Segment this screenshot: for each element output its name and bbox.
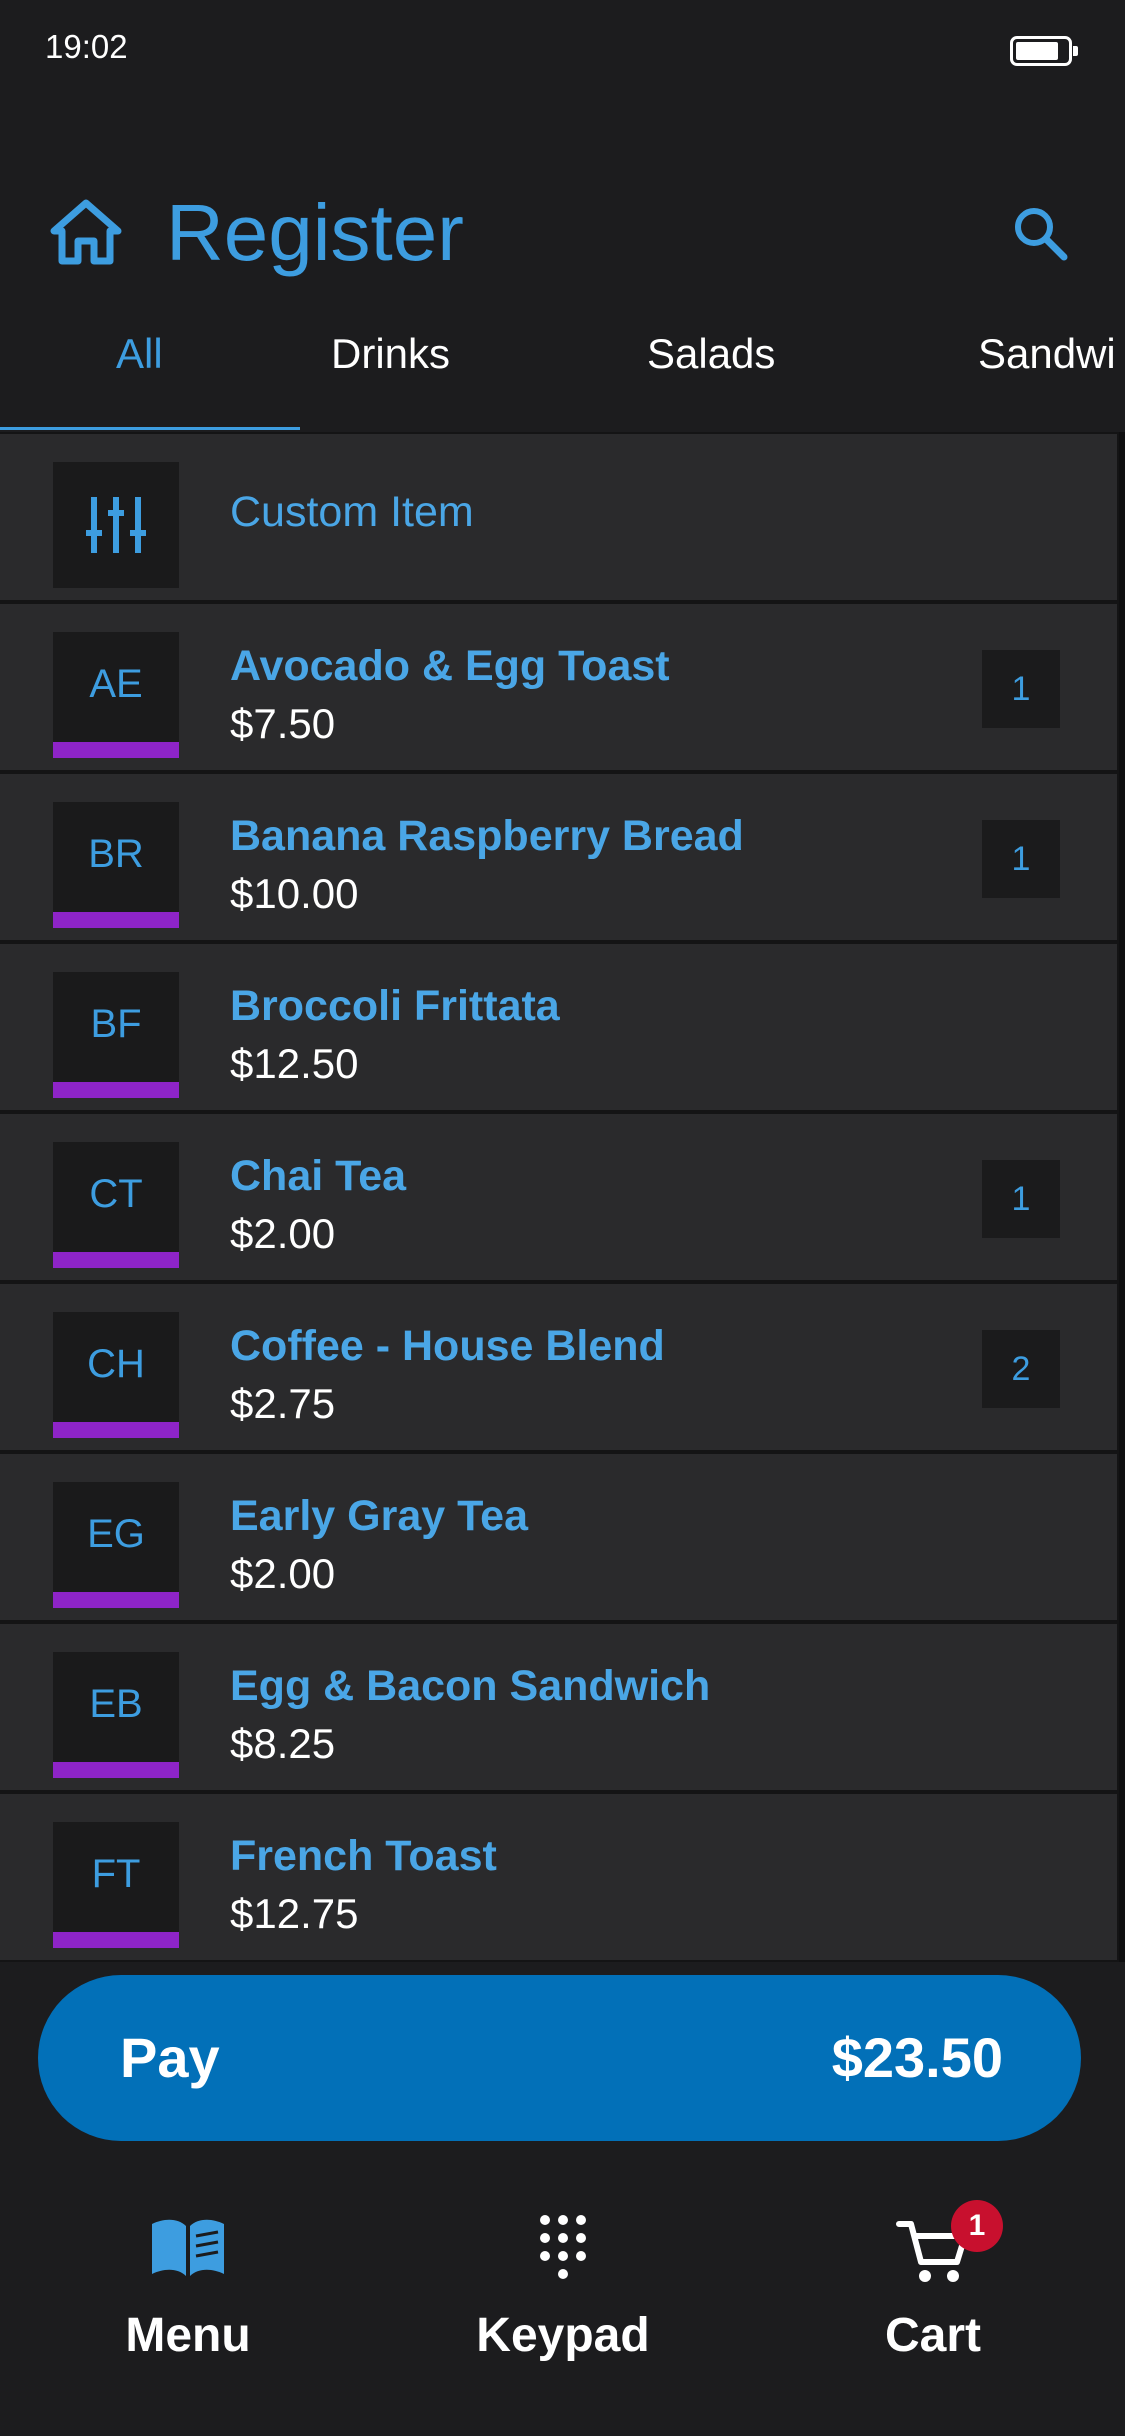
custom-item-tile — [53, 462, 179, 588]
pay-label: Pay — [120, 2026, 220, 2089]
category-color-bar — [53, 912, 179, 928]
home-icon[interactable] — [48, 197, 124, 267]
page-title: Register — [166, 188, 464, 277]
item-tile: CT — [53, 1142, 179, 1268]
item-row[interactable]: EG Early Gray Tea $2.00 — [0, 1454, 1117, 1620]
item-row[interactable]: FT French Toast $12.75 — [0, 1794, 1117, 1960]
status-time: 19:02 — [45, 28, 128, 65]
search-icon[interactable] — [1010, 203, 1070, 263]
item-name: Egg & Bacon Sandwich — [230, 1662, 711, 1710]
item-row[interactable]: CH Coffee - House Blend $2.75 2 — [0, 1284, 1117, 1450]
item-name: Chai Tea — [230, 1152, 407, 1200]
item-price: $12.50 — [230, 1040, 359, 1087]
nav-keypad[interactable]: Keypad — [433, 2200, 693, 2400]
item-initials: FT — [91, 1852, 141, 1896]
tab-salads[interactable]: Salads — [647, 330, 775, 378]
item-tile: FT — [53, 1822, 179, 1948]
item-tile: CH — [53, 1312, 179, 1438]
category-color-bar — [53, 1592, 179, 1608]
category-color-bar — [53, 1932, 179, 1948]
status-bar: 19:02 — [0, 0, 1125, 100]
item-name: Early Gray Tea — [230, 1492, 528, 1540]
item-tile: BF — [53, 972, 179, 1098]
battery-icon — [1010, 36, 1078, 66]
category-color-bar — [53, 1762, 179, 1778]
app-header: Register — [0, 175, 1125, 285]
pay-button[interactable]: Pay $23.50 — [38, 1975, 1081, 2141]
category-color-bar — [53, 1252, 179, 1268]
register-screen: 19:02 Register All Drinks Salads Sandwi — [0, 0, 1125, 2436]
pay-total: $23.50 — [831, 2026, 1003, 2089]
item-row[interactable]: CT Chai Tea $2.00 1 — [0, 1114, 1117, 1280]
active-tab-indicator — [0, 427, 300, 430]
item-row[interactable]: AE Avocado & Egg Toast $7.50 1 — [0, 604, 1117, 770]
item-name: Banana Raspberry Bread — [230, 812, 744, 860]
item-tile: EG — [53, 1482, 179, 1608]
item-name: Broccoli Frittata — [230, 982, 560, 1030]
category-tabs: All Drinks Salads Sandwi — [0, 300, 1125, 432]
item-name: Avocado & Egg Toast — [230, 642, 670, 690]
bottom-nav: Menu Keypad 1 Cart — [0, 2170, 1125, 2436]
cart-count-badge: 1 — [951, 2200, 1003, 2252]
item-list: Custom Item AE Avocado & Egg Toast $7.50 1 B… — [0, 432, 1125, 1962]
item-price: $10.00 — [230, 870, 359, 917]
item-quantity-badge: 1 — [982, 820, 1060, 898]
item-price: $2.00 — [230, 1210, 336, 1257]
item-initials: BF — [90, 1002, 142, 1046]
item-initials: EB — [89, 1682, 143, 1726]
category-color-bar — [53, 1422, 179, 1438]
item-name: French Toast — [230, 1832, 497, 1880]
custom-item-label: Custom Item — [230, 488, 474, 536]
item-initials: CH — [87, 1342, 145, 1386]
category-color-bar — [53, 742, 179, 758]
item-initials: EG — [87, 1512, 145, 1556]
item-name: Coffee - House Blend — [230, 1322, 665, 1370]
item-quantity-badge: 2 — [982, 1330, 1060, 1408]
custom-item-row[interactable]: Custom Item — [0, 434, 1117, 600]
nav-cart-label: Cart — [884, 2309, 982, 2362]
item-price: $8.25 — [230, 1720, 336, 1767]
category-color-bar — [53, 1082, 179, 1098]
tab-drinks[interactable]: Drinks — [331, 330, 450, 378]
list-scrollbar[interactable] — [1119, 432, 1125, 1962]
keypad-icon — [540, 2215, 586, 2279]
item-tile: EB — [53, 1652, 179, 1778]
item-initials: AE — [89, 662, 143, 706]
tab-sandwiches[interactable]: Sandwi — [978, 330, 1116, 378]
sliders-icon — [86, 497, 146, 553]
book-icon — [152, 2219, 224, 2276]
item-price: $12.75 — [230, 1890, 359, 1937]
nav-cart[interactable]: 1 Cart — [803, 2200, 1063, 2400]
item-price: $2.00 — [230, 1550, 336, 1597]
item-tile: AE — [53, 632, 179, 758]
item-quantity-badge: 1 — [982, 1160, 1060, 1238]
nav-keypad-label: Keypad — [476, 2309, 650, 2362]
tab-all[interactable]: All — [116, 330, 163, 378]
item-price: $7.50 — [230, 700, 336, 747]
item-initials: BR — [88, 832, 144, 876]
nav-menu[interactable]: Menu — [58, 2200, 318, 2400]
item-row[interactable]: EB Egg & Bacon Sandwich $8.25 — [0, 1624, 1117, 1790]
nav-menu-label: Menu — [125, 2309, 251, 2362]
item-row[interactable]: BF Broccoli Frittata $12.50 — [0, 944, 1117, 1110]
item-tile: BR — [53, 802, 179, 928]
item-quantity-badge: 1 — [982, 650, 1060, 728]
item-price: $2.75 — [230, 1380, 336, 1427]
item-row[interactable]: BR Banana Raspberry Bread $10.00 1 — [0, 774, 1117, 940]
item-initials: CT — [89, 1172, 143, 1216]
